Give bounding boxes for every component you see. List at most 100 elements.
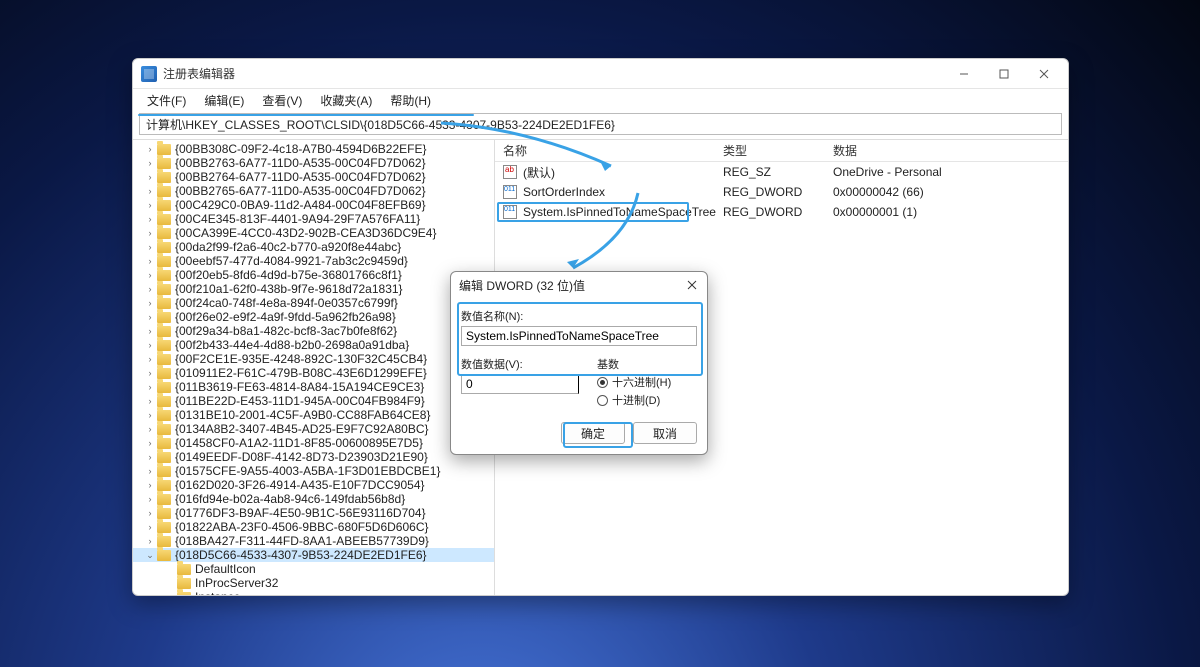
folder-icon	[157, 312, 171, 323]
tree-subitem[interactable]: DefaultIcon	[133, 562, 494, 576]
value-data-input[interactable]	[461, 374, 579, 394]
tree-subitem[interactable]: Instance	[133, 590, 494, 595]
tree-item[interactable]: ›{00f26e02-e9f2-4a9f-9fdd-5a962fb26a98}	[133, 310, 494, 324]
folder-icon	[157, 480, 171, 491]
value-row[interactable]: (默认)REG_SZOneDrive - Personal	[495, 162, 1068, 182]
tree-item[interactable]: ›{0131BE10-2001-4C5F-A9B0-CC88FAB64CE8}	[133, 408, 494, 422]
tree-item[interactable]: ›{016fd94e-b02a-4ab8-94c6-149fdab56b8d}	[133, 492, 494, 506]
folder-icon	[177, 592, 191, 596]
tree-item[interactable]: ›{011B3619-FE63-4814-8A84-15A194CE9CE3}	[133, 380, 494, 394]
value-type-icon	[503, 205, 517, 219]
menubar: 文件(F) 编辑(E) 查看(V) 收藏夹(A) 帮助(H)	[133, 89, 1068, 111]
tree-item[interactable]: ›{00f20eb5-8fd6-4d9d-b75e-36801766c8f1}	[133, 268, 494, 282]
folder-icon	[177, 564, 191, 575]
value-row[interactable]: System.IsPinnedToNameSpaceTreeREG_DWORD0…	[495, 202, 1068, 222]
regedit-icon	[141, 66, 157, 82]
tree-item[interactable]: ›{01575CFE-9A55-4003-A5BA-1F3D01EBDCBE1}	[133, 464, 494, 478]
tree-item[interactable]: ›{00f2b433-44e4-4d88-b2b0-2698a0a91dba}	[133, 338, 494, 352]
value-row[interactable]: SortOrderIndexREG_DWORD0x00000042 (66)	[495, 182, 1068, 202]
folder-icon	[157, 284, 171, 295]
tree-item[interactable]: ›{011BE22D-E453-11D1-945A-00C04FB984F9}	[133, 394, 494, 408]
base-label: 基数	[597, 356, 697, 372]
cancel-button[interactable]: 取消	[633, 422, 697, 444]
edit-dword-dialog: 编辑 DWORD (32 位)值 数值名称(N): 数值数据(V): 基数 十六…	[450, 271, 708, 455]
folder-icon	[157, 438, 171, 449]
tree-item[interactable]: ›{00BB2764-6A77-11D0-A535-00C04FD7D062}	[133, 170, 494, 184]
value-name-input	[461, 326, 697, 346]
value-name-label: 数值名称(N):	[461, 308, 697, 324]
menu-edit[interactable]: 编辑(E)	[196, 90, 252, 111]
folder-icon	[157, 172, 171, 183]
folder-icon	[157, 452, 171, 463]
menu-favorites[interactable]: 收藏夹(A)	[312, 90, 380, 111]
tree-item[interactable]: ›{0149EEDF-D08F-4142-8D73-D23903D21E90}	[133, 450, 494, 464]
tree-subitem[interactable]: InProcServer32	[133, 576, 494, 590]
folder-icon	[157, 354, 171, 365]
tree-item[interactable]: ›{01458CF0-A1A2-11D1-8F85-00600895E7D5}	[133, 436, 494, 450]
col-type[interactable]: 类型	[715, 142, 825, 159]
tree-item[interactable]: ›{00F2CE1E-935E-4248-892C-130F32C45CB4}	[133, 352, 494, 366]
maximize-button[interactable]	[984, 60, 1024, 88]
menu-help[interactable]: 帮助(H)	[382, 90, 439, 111]
minimize-button[interactable]	[944, 60, 984, 88]
folder-icon	[157, 186, 171, 197]
tree-item[interactable]: ›{00f24ca0-748f-4e8a-894f-0e0357c6799f}	[133, 296, 494, 310]
values-header: 名称 类型 数据	[495, 140, 1068, 162]
radio-hex-icon	[597, 377, 608, 388]
radio-hex[interactable]: 十六进制(H)	[597, 374, 697, 390]
menu-file[interactable]: 文件(F)	[139, 90, 194, 111]
folder-icon	[157, 326, 171, 337]
ok-button[interactable]: 确定	[561, 422, 625, 444]
folder-icon	[157, 158, 171, 169]
radio-dec[interactable]: 十进制(D)	[597, 392, 697, 408]
titlebar: 注册表编辑器	[133, 59, 1068, 89]
tree-item[interactable]: ›{0134A8B2-3407-4B45-AD25-E9F7C92A80BC}	[133, 422, 494, 436]
tree-item[interactable]: ›{01776DF3-B9AF-4E50-9B1C-56E93116D704}	[133, 506, 494, 520]
tree-item-selected[interactable]: ⌄{018D5C66-4533-4307-9B53-224DE2ED1FE6}	[133, 548, 494, 562]
folder-icon	[157, 424, 171, 435]
tree-item[interactable]: ›{00eebf57-477d-4084-9921-7ab3c2c9459d}	[133, 254, 494, 268]
tree-item[interactable]: ›{00f29a34-b8a1-482c-bcf8-3ac7b0fe8f62}	[133, 324, 494, 338]
folder-icon	[157, 550, 171, 561]
tree-item[interactable]: ›{00BB308C-09F2-4c18-A7B0-4594D6B22EFE}	[133, 142, 494, 156]
tree-item[interactable]: ›{0162D020-3F26-4914-A435-E10F7DCC9054}	[133, 478, 494, 492]
folder-icon	[157, 340, 171, 351]
folder-icon	[157, 410, 171, 421]
tree-item[interactable]: ›{00f210a1-62f0-438b-9f7e-9618d72a1831}	[133, 282, 494, 296]
tree-item[interactable]: ›{018BA427-F311-44FD-8AA1-ABEEB57739D9}	[133, 534, 494, 548]
radio-dec-label: 十进制(D)	[612, 392, 660, 408]
value-type-icon	[503, 165, 517, 179]
tree-item[interactable]: ›{010911E2-F61C-479B-B08C-43E6D1299EFE}	[133, 366, 494, 380]
folder-icon	[157, 508, 171, 519]
folder-icon	[157, 466, 171, 477]
tree-pane[interactable]: ›{00BB308C-09F2-4c18-A7B0-4594D6B22EFE}›…	[133, 140, 495, 595]
folder-icon	[157, 494, 171, 505]
dialog-close-button[interactable]	[685, 278, 699, 292]
address-bar[interactable]: 计算机\HKEY_CLASSES_ROOT\CLSID\{018D5C66-45…	[139, 113, 1062, 135]
col-name[interactable]: 名称	[495, 142, 715, 159]
menu-view[interactable]: 查看(V)	[254, 90, 310, 111]
value-data-label: 数值数据(V):	[461, 356, 579, 372]
window-title: 注册表编辑器	[163, 65, 235, 82]
value-type-icon	[503, 185, 517, 199]
folder-icon	[177, 578, 191, 589]
folder-icon	[157, 382, 171, 393]
folder-icon	[157, 522, 171, 533]
tree-item[interactable]: ›{00C4E345-813F-4401-9A94-29F7A576FA11}	[133, 212, 494, 226]
close-button[interactable]	[1024, 60, 1064, 88]
folder-icon	[157, 242, 171, 253]
tree-item[interactable]: ›{01822ABA-23F0-4506-9BBC-680F5D6D606C}	[133, 520, 494, 534]
dialog-titlebar: 编辑 DWORD (32 位)值	[451, 272, 707, 298]
folder-icon	[157, 228, 171, 239]
col-data[interactable]: 数据	[825, 142, 1068, 159]
tree-item[interactable]: ›{00da2f99-f2a6-40c2-b770-a920f8e44abc}	[133, 240, 494, 254]
tree-item[interactable]: ›{00BB2765-6A77-11D0-A535-00C04FD7D062}	[133, 184, 494, 198]
tree-item[interactable]: ›{00BB2763-6A77-11D0-A535-00C04FD7D062}	[133, 156, 494, 170]
tree-item[interactable]: ›{00C429C0-0BA9-11d2-A484-00C04F8EFB69}	[133, 198, 494, 212]
radio-dec-icon	[597, 395, 608, 406]
folder-icon	[157, 536, 171, 547]
folder-icon	[157, 396, 171, 407]
folder-icon	[157, 270, 171, 281]
annotation-address-underline	[138, 114, 474, 116]
tree-item[interactable]: ›{00CA399E-4CC0-43D2-902B-CEA3D36DC9E4}	[133, 226, 494, 240]
